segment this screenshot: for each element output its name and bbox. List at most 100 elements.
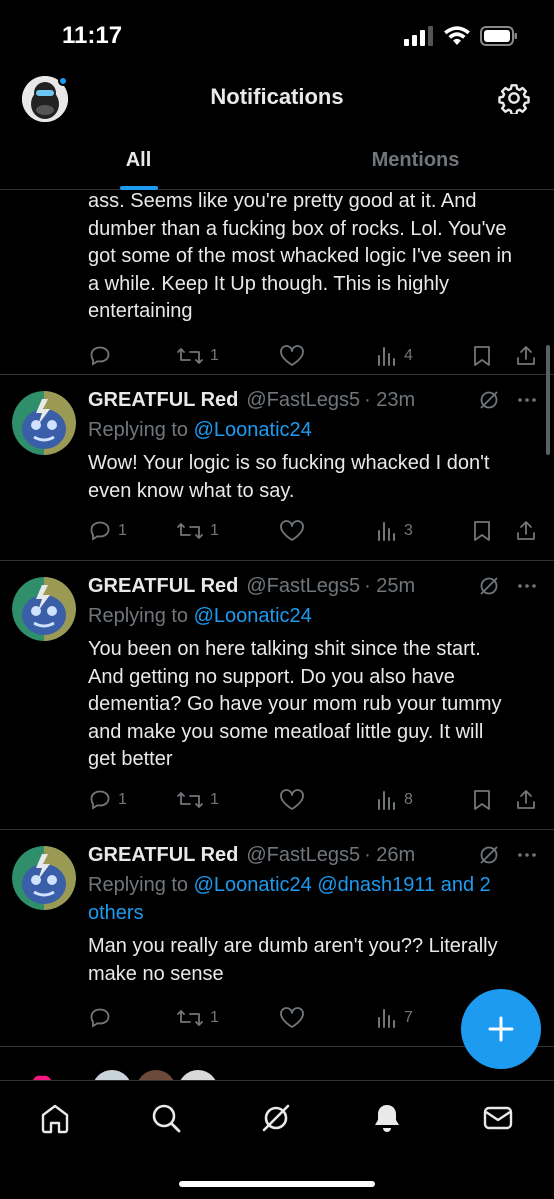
tweet-text-line: dumber than a fucking box of rocks. Lol.… bbox=[88, 217, 507, 240]
views-icon bbox=[378, 791, 395, 810]
retweet-button[interactable]: 1 bbox=[176, 519, 219, 543]
mention-link[interactable]: @Loonatic24 bbox=[194, 605, 312, 627]
tweet-text-line: get better bbox=[88, 748, 173, 770]
more-icon[interactable] bbox=[516, 575, 538, 597]
status-time: 11:17 bbox=[62, 22, 123, 49]
mention-link[interactable]: others bbox=[88, 899, 538, 927]
avatar-image bbox=[12, 846, 76, 910]
heart-icon bbox=[280, 345, 304, 366]
views-icon bbox=[378, 347, 395, 366]
wifi-icon bbox=[444, 26, 470, 45]
replying-to: Replying to @Loonatic24 @dnash1911 and 2… bbox=[88, 871, 538, 927]
bookmark-button[interactable] bbox=[471, 788, 493, 812]
tweet-header: GREATFUL Red @FastLegs5 · 23m bbox=[88, 389, 538, 412]
home-indicator[interactable] bbox=[179, 1181, 375, 1187]
tweet[interactable]: GREATFUL Red @FastLegs5 · 23m Replying t… bbox=[0, 375, 554, 561]
tweet-text-line: ass. Seems like you're pretty good at it… bbox=[88, 191, 477, 212]
messages-icon[interactable] bbox=[481, 1101, 515, 1135]
avatar[interactable] bbox=[12, 577, 76, 641]
heart-icon bbox=[280, 1007, 304, 1028]
replying-to: Replying to @Loonatic24 bbox=[88, 416, 538, 444]
share-icon bbox=[517, 521, 535, 540]
tweet-text: Wow! Your logic is so fucking whacked I … bbox=[88, 450, 538, 505]
more-icon[interactable] bbox=[516, 389, 538, 411]
reply-button[interactable]: 1 bbox=[88, 788, 127, 812]
view-count: 3 bbox=[404, 522, 413, 539]
notifications-feed[interactable]: ass. Seems like you're pretty good at it… bbox=[0, 191, 554, 1080]
tweet[interactable]: GREATFUL Red @FastLegs5 · 25m Replying t… bbox=[0, 561, 554, 830]
author-name[interactable]: GREATFUL Red bbox=[88, 844, 238, 867]
reply-icon bbox=[90, 521, 110, 541]
grok-icon[interactable] bbox=[478, 844, 500, 866]
views-button[interactable]: 3 bbox=[376, 520, 413, 542]
like-button[interactable] bbox=[279, 344, 311, 368]
tweet-text-line: You been on here talking shit since the … bbox=[88, 638, 481, 660]
grok-icon[interactable] bbox=[478, 575, 500, 597]
bottom-nav bbox=[0, 1080, 554, 1199]
views-button[interactable]: 4 bbox=[376, 345, 413, 367]
tweet-text-line: And getting no support. Do you also have bbox=[88, 665, 455, 688]
tweet-text-line: entertaining bbox=[88, 300, 193, 322]
share-button[interactable] bbox=[514, 788, 538, 812]
view-count: 8 bbox=[404, 791, 413, 808]
tweet-header-icons bbox=[478, 389, 538, 411]
grok-icon[interactable] bbox=[259, 1101, 293, 1135]
author-name[interactable]: GREATFUL Red bbox=[88, 575, 238, 598]
view-count: 4 bbox=[404, 347, 413, 364]
author-handle[interactable]: @FastLegs5 bbox=[246, 389, 360, 412]
tweet-text-line: got some of the most whacked logic I've … bbox=[88, 245, 513, 267]
plus-icon bbox=[488, 1016, 514, 1042]
page-title: Notifications bbox=[210, 84, 344, 109]
retweet-button[interactable]: 1 bbox=[176, 344, 219, 368]
tab-label: All bbox=[125, 149, 152, 171]
tab-active-indicator bbox=[119, 186, 158, 190]
home-icon[interactable] bbox=[38, 1101, 72, 1135]
views-button[interactable]: 8 bbox=[376, 789, 413, 811]
gear-icon[interactable] bbox=[498, 82, 530, 114]
like-button[interactable] bbox=[279, 788, 311, 812]
tweet-text: Man you really are dumb aren't you?? Lit… bbox=[88, 933, 538, 988]
heart-icon bbox=[280, 789, 304, 810]
retweet-button[interactable]: 1 bbox=[176, 1006, 219, 1030]
author-handle[interactable]: @FastLegs5 bbox=[246, 575, 360, 598]
like-button[interactable] bbox=[279, 1006, 311, 1030]
avatar[interactable] bbox=[12, 846, 76, 910]
share-button[interactable] bbox=[514, 344, 538, 368]
replying-to-label: Replying to bbox=[88, 419, 189, 441]
tab-all[interactable]: All bbox=[0, 136, 277, 190]
signal-icon bbox=[404, 26, 433, 46]
author-name[interactable]: GREATFUL Red bbox=[88, 389, 238, 412]
bookmark-button[interactable] bbox=[471, 344, 493, 368]
tab-mentions[interactable]: Mentions bbox=[277, 136, 554, 190]
scrollbar[interactable] bbox=[546, 345, 550, 455]
tweet-header-icons bbox=[478, 844, 538, 866]
tweet-time: · 26m bbox=[364, 844, 416, 866]
search-icon[interactable] bbox=[149, 1101, 183, 1135]
retweet-button[interactable]: 1 bbox=[176, 788, 219, 812]
retweet-icon bbox=[177, 523, 203, 539]
reply-button[interactable] bbox=[88, 1006, 118, 1030]
heart-icon bbox=[280, 520, 304, 541]
reply-icon bbox=[90, 1008, 110, 1028]
tweet-time: · 23m bbox=[364, 389, 416, 411]
reply-button[interactable]: 1 bbox=[88, 519, 127, 543]
more-icon[interactable] bbox=[516, 844, 538, 866]
like-button[interactable] bbox=[279, 519, 311, 543]
views-icon bbox=[378, 522, 395, 541]
avatar[interactable] bbox=[12, 391, 76, 455]
reply-button[interactable] bbox=[88, 344, 118, 368]
mention-link[interactable]: @Loonatic24 bbox=[194, 419, 312, 441]
author-handle[interactable]: @FastLegs5 bbox=[246, 844, 360, 867]
bookmark-button[interactable] bbox=[471, 519, 493, 543]
tweet-text-line: and make you some meatloaf little guy. I… bbox=[88, 720, 484, 743]
retweet-icon bbox=[177, 1010, 203, 1026]
share-button[interactable] bbox=[514, 519, 538, 543]
views-button[interactable]: 7 bbox=[376, 1007, 413, 1029]
notifications-icon[interactable] bbox=[370, 1101, 404, 1135]
tweet-partial[interactable]: ass. Seems like you're pretty good at it… bbox=[0, 191, 554, 375]
grok-icon[interactable] bbox=[478, 389, 500, 411]
compose-button[interactable] bbox=[461, 989, 541, 1069]
mention-link[interactable]: @Loonatic24 @dnash1911 and 2 bbox=[194, 874, 491, 896]
views-icon bbox=[378, 1009, 395, 1028]
bookmark-icon bbox=[474, 521, 490, 541]
